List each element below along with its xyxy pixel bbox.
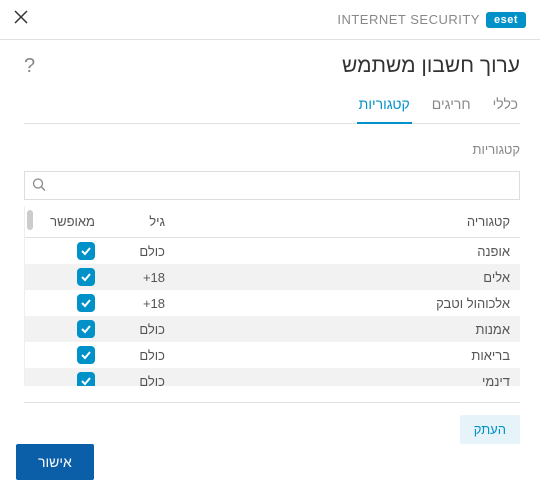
help-icon[interactable]: ? [24,55,35,78]
app-header: eset INTERNET SECURITY [0,0,540,40]
table-row[interactable]: אופנהכולם [25,238,520,265]
cell-enabled [25,290,105,316]
ok-button[interactable]: אישור [16,444,94,480]
brand-text: INTERNET SECURITY [337,12,480,27]
table-row[interactable]: דינמיכולם [25,368,520,386]
col-age[interactable]: גיל [105,206,175,238]
cell-age: כולם [105,342,175,368]
table-row[interactable]: בריאותכולם [25,342,520,368]
checkbox[interactable] [77,320,95,338]
section-label: קטגוריות [24,142,520,157]
checkbox[interactable] [77,242,95,260]
cell-enabled [25,368,105,386]
cell-age: כולם [105,316,175,342]
category-table: קטגוריה גיל מאופשר אופנהכולםאלים18+אלכוה… [25,206,520,386]
cell-enabled [25,264,105,290]
cell-age: 18+ [105,290,175,316]
cell-category: אלים [175,264,520,290]
checkbox[interactable] [77,346,95,364]
cell-age: 18+ [105,264,175,290]
tab-categories[interactable]: קטגוריות [357,90,412,124]
category-table-wrap: קטגוריה גיל מאופשר אופנהכולםאלים18+אלכוה… [24,206,520,386]
col-category[interactable]: קטגוריה [175,206,520,238]
page-title: ערוך חשבון משתמש [342,54,520,78]
scrollbar[interactable] [27,210,33,230]
tab-exceptions[interactable]: חריגים [430,90,473,123]
cell-category: בריאות [175,342,520,368]
cell-category: אמנות [175,316,520,342]
cell-enabled [25,238,105,265]
checkbox[interactable] [77,372,95,386]
cell-category: אופנה [175,238,520,265]
table-row[interactable]: אמנותכולם [25,316,520,342]
cell-enabled [25,316,105,342]
cell-age: כולם [105,238,175,265]
footer: אישור [0,430,540,500]
brand-badge: eset [486,12,526,28]
cell-age: כולם [105,368,175,386]
table-row[interactable]: אלים18+ [25,264,520,290]
cell-category: אלכוהול וטבק [175,290,520,316]
brand: eset INTERNET SECURITY [337,12,526,28]
tab-general[interactable]: כללי [491,90,520,123]
checkbox[interactable] [77,268,95,286]
table-row[interactable]: אלכוהול וטבק18+ [25,290,520,316]
search-input[interactable] [24,171,520,200]
cell-category: דינמי [175,368,520,386]
divider [24,402,520,403]
cell-enabled [25,342,105,368]
tabs: כללי חריגים קטגוריות [24,90,520,124]
col-enabled[interactable]: מאופשר [25,206,105,238]
search-icon[interactable] [32,177,46,194]
checkbox[interactable] [77,294,95,312]
close-icon[interactable] [14,10,28,29]
